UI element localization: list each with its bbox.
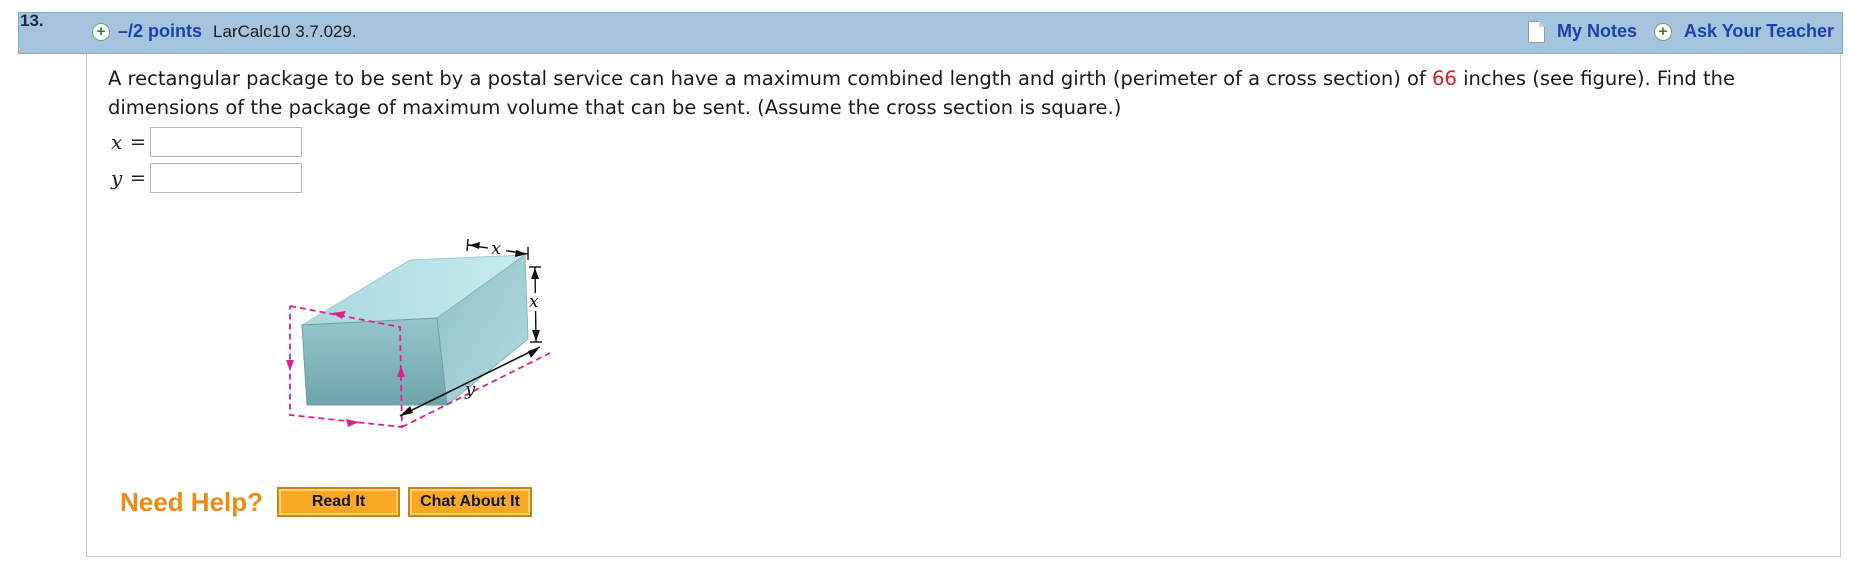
plus-circle-icon-teacher[interactable]: + (1654, 23, 1672, 41)
x-top-label: x (491, 238, 501, 259)
y-label: y (111, 166, 123, 190)
read-it-label: Read It (311, 493, 366, 510)
chat-about-it-label: Chat About It (420, 493, 520, 510)
question-text-before: A rectangular package to be sent by a po… (108, 67, 1433, 90)
package-figure: y x x (286, 238, 551, 429)
x-answer-input[interactable] (150, 127, 302, 157)
chat-about-it-button[interactable]: Chat About It (408, 487, 532, 517)
y-dimension-label: y (464, 379, 476, 400)
y-answer-input[interactable] (150, 163, 302, 193)
question-value: 66 (1432, 67, 1457, 90)
x-side-arrow-bottom (532, 330, 540, 341)
girth-arrow-left (286, 360, 294, 371)
need-help-label: Need Help? (120, 487, 264, 517)
x-top-tick-left (466, 238, 469, 252)
points-link[interactable]: –/2 points (118, 21, 202, 42)
y-arrow-end (528, 347, 540, 358)
my-notes-link[interactable]: My Notes (1557, 21, 1637, 42)
problem-reference: LarCalc10 3.7.029. (213, 22, 357, 41)
read-it-button[interactable]: Read It (277, 487, 400, 517)
note-icon[interactable] (1528, 21, 1545, 43)
x-side-arrow-top (531, 268, 539, 279)
x-equals: = (130, 131, 146, 153)
y-equals: = (130, 167, 146, 189)
ask-teacher-link[interactable]: Ask Your Teacher (1684, 21, 1834, 42)
box-front-face (301, 317, 448, 406)
x-label: x (111, 130, 123, 154)
x-side-label: x (529, 292, 539, 312)
plus-circle-icon[interactable]: + (92, 23, 110, 41)
question-number: 13. (20, 11, 44, 30)
x-top-arrow-left (469, 242, 480, 249)
question-text: A rectangular package to be sent by a po… (108, 64, 1838, 122)
girth-arrow-bottom (346, 419, 359, 427)
